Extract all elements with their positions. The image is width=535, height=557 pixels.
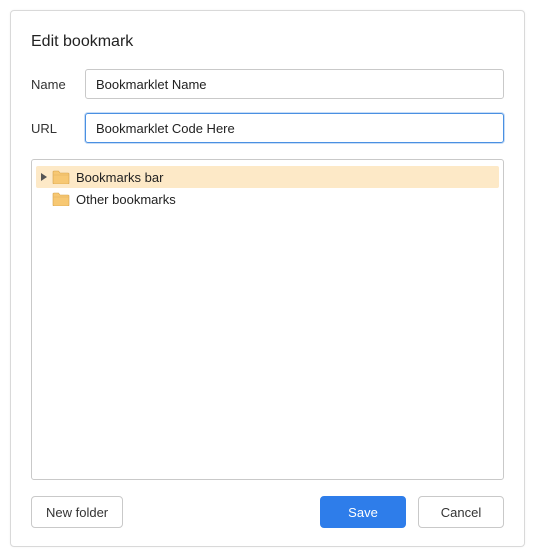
- tree-item-other-bookmarks[interactable]: ▶ Other bookmarks: [36, 188, 499, 210]
- new-folder-button[interactable]: New folder: [31, 496, 123, 528]
- dialog-title: Edit bookmark: [31, 33, 504, 51]
- tree-item-label: Other bookmarks: [76, 192, 176, 207]
- cancel-button[interactable]: Cancel: [418, 496, 504, 528]
- name-input[interactable]: [85, 69, 504, 99]
- folder-icon: [52, 191, 70, 207]
- url-input[interactable]: [85, 113, 504, 143]
- name-row: Name: [31, 69, 504, 99]
- edit-bookmark-dialog: Edit bookmark Name URL Bookmarks bar ▶: [10, 10, 525, 547]
- tree-item-bookmarks-bar[interactable]: Bookmarks bar: [36, 166, 499, 188]
- name-label: Name: [31, 77, 85, 92]
- button-row: New folder Save Cancel: [31, 496, 504, 528]
- url-row: URL: [31, 113, 504, 143]
- folder-tree[interactable]: Bookmarks bar ▶ Other bookmarks: [31, 159, 504, 480]
- folder-icon: [52, 169, 70, 185]
- save-button[interactable]: Save: [320, 496, 406, 528]
- tree-item-label: Bookmarks bar: [76, 170, 163, 185]
- expand-icon[interactable]: [38, 173, 50, 181]
- url-label: URL: [31, 121, 85, 136]
